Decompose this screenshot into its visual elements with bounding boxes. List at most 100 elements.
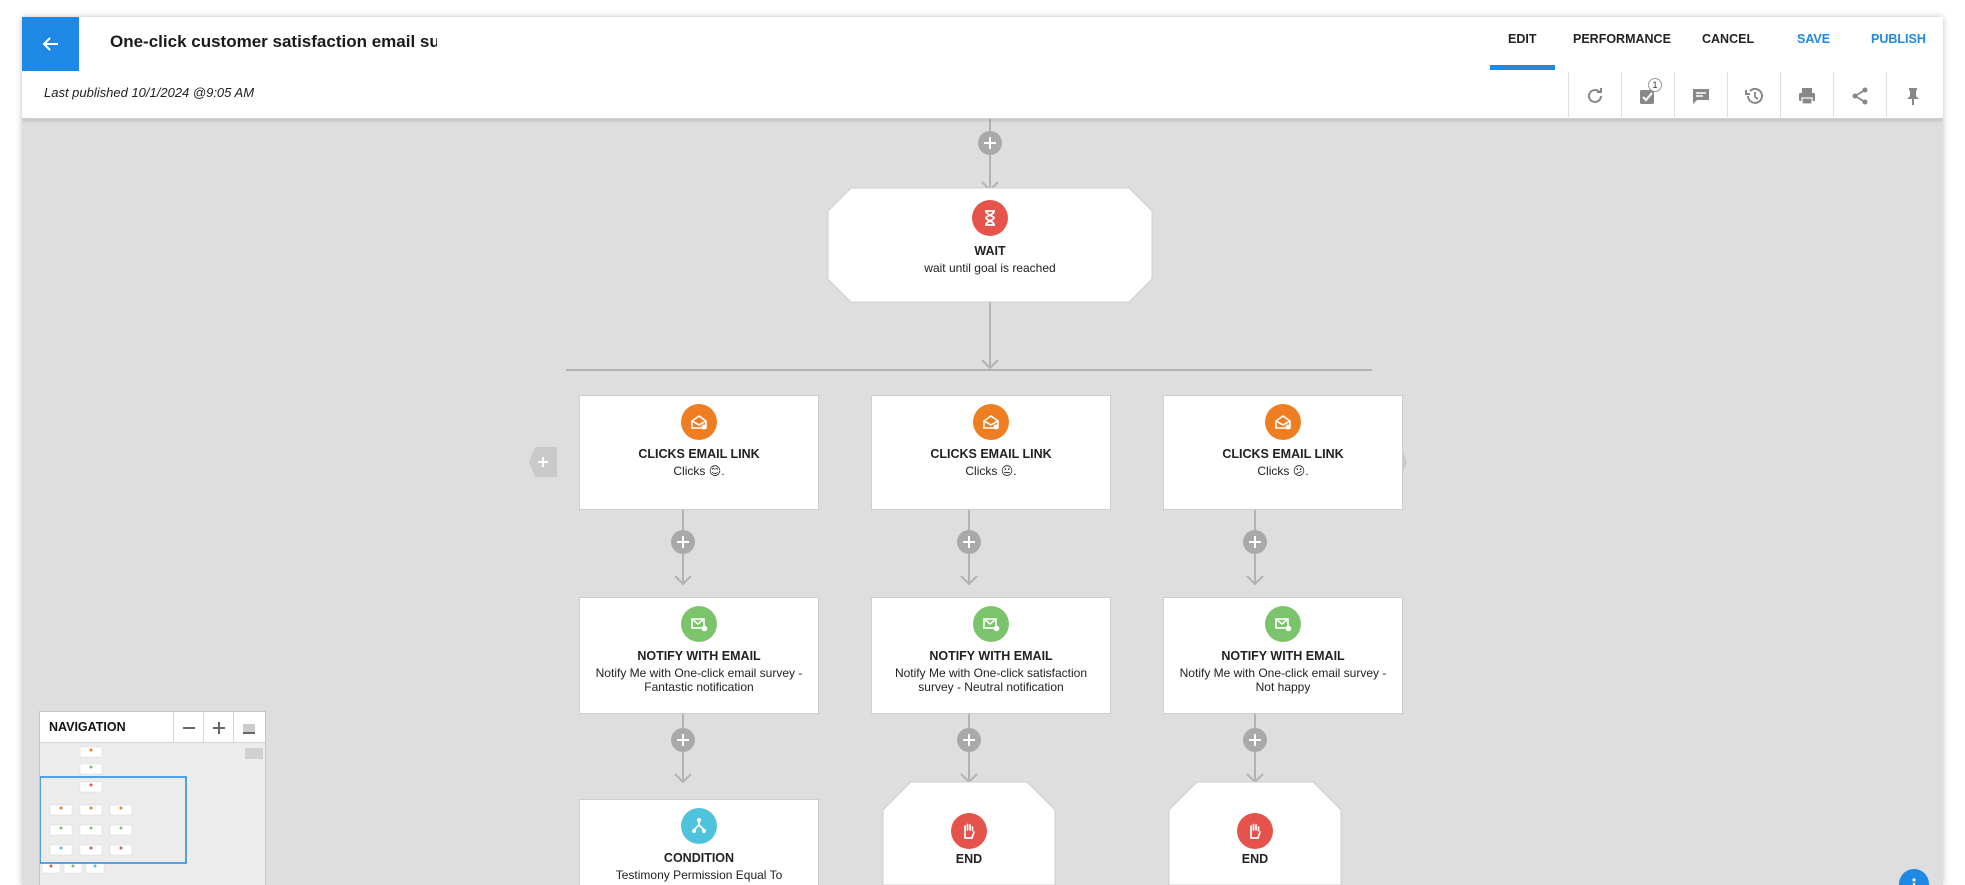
notes-icon <box>1693 88 1709 104</box>
flow-canvas[interactable]: WAIT wait until goal is reached CLICKS E… <box>22 17 1943 885</box>
add-step-button[interactable] <box>957 530 981 554</box>
add-step-button[interactable] <box>957 728 981 752</box>
clicks-node-icon <box>681 404 717 440</box>
navigation-panel: NAVIGATION <box>39 711 266 885</box>
info-icon <box>1912 878 1916 885</box>
end-node-title: END <box>1241 852 1269 866</box>
tab-edit[interactable]: EDIT <box>1508 32 1536 46</box>
add-step-button[interactable] <box>671 728 695 752</box>
plus-icon <box>677 536 689 548</box>
minimize-icon <box>242 723 255 734</box>
print-button[interactable] <box>1780 72 1833 119</box>
email-click-icon <box>1275 415 1291 430</box>
clicks-desc-suffix: . <box>721 464 725 478</box>
end-node-title: END <box>955 852 983 866</box>
notify-node-icon <box>1265 606 1301 642</box>
zoom-out-button[interactable] <box>173 712 203 743</box>
notify-with-email-node[interactable]: NOTIFY WITH EMAIL Notify Me with One-cli… <box>579 597 819 714</box>
refresh-icon <box>1588 87 1602 103</box>
end-node[interactable]: END <box>883 782 1055 885</box>
clicks-desc-text: Clicks <box>965 464 998 478</box>
clicks-node-title: CLICKS EMAIL LINK <box>638 447 760 461</box>
share-icon <box>1852 87 1868 104</box>
active-tab-indicator <box>1490 65 1555 70</box>
minimap[interactable] <box>40 743 265 885</box>
notify-node-title: NOTIFY WITH EMAIL <box>1221 649 1345 663</box>
journey-title[interactable]: One-click customer satisfaction email su <box>110 32 437 58</box>
clicks-node-icon <box>1265 404 1301 440</box>
notify-with-email-node[interactable]: NOTIFY WITH EMAIL Notify Me with One-cli… <box>871 597 1111 714</box>
journey-editor: WAIT wait until goal is reached CLICKS E… <box>22 17 1943 885</box>
condition-node-desc: Testimony Permission Equal To <box>615 868 783 882</box>
navigation-header: NAVIGATION <box>40 712 265 743</box>
add-step-button[interactable] <box>1243 728 1267 752</box>
plus-icon <box>212 721 225 734</box>
end-node-icon <box>1237 813 1273 849</box>
notify-node-desc: Notify Me with One-click email survey - … <box>595 666 803 694</box>
notes-button[interactable] <box>1674 72 1727 119</box>
clicks-desc-suffix: . <box>1305 464 1309 478</box>
tasks-count-badge: 1 <box>1648 78 1662 92</box>
clicks-email-link-node[interactable]: CLICKS EMAIL LINK Clicks 😐. <box>871 395 1111 510</box>
plus-icon <box>963 536 975 548</box>
clicks-desc-text: Clicks <box>673 464 706 478</box>
clicks-email-link-node[interactable]: CLICKS EMAIL LINK Clicks 😕. <box>1163 395 1403 510</box>
save-button[interactable]: SAVE <box>1797 32 1830 46</box>
clicks-desc-text: Clicks <box>1257 464 1290 478</box>
minus-icon <box>182 726 195 729</box>
clicks-email-link-node[interactable]: CLICKS EMAIL LINK Clicks 😊. <box>579 395 819 510</box>
history-icon <box>1745 87 1763 104</box>
plus-icon <box>1249 536 1261 548</box>
tasks-button[interactable]: 1 <box>1621 72 1674 119</box>
email-click-icon <box>983 415 999 430</box>
wait-node-title: WAIT <box>974 244 1006 258</box>
clicks-node-icon <box>973 404 1009 440</box>
end-node-icon <box>951 813 987 849</box>
publish-button[interactable]: PUBLISH <box>1871 32 1926 46</box>
navigation-title: NAVIGATION <box>49 720 126 734</box>
wait-node-desc: wait until goal is reached <box>924 261 1056 275</box>
wait-node-icon <box>972 200 1008 236</box>
arrow-left-icon <box>42 37 58 51</box>
stop-hand-icon <box>1250 823 1261 839</box>
email-notify-icon <box>691 618 708 632</box>
condition-node[interactable]: CONDITION Testimony Permission Equal To <box>579 799 819 885</box>
notify-node-icon <box>973 606 1009 642</box>
neutral-face-icon: 😐 <box>1000 464 1014 478</box>
zoom-in-button[interactable] <box>203 712 233 743</box>
email-notify-icon <box>1275 618 1292 632</box>
plus-icon <box>984 137 996 149</box>
cancel-button[interactable]: CANCEL <box>1702 32 1754 46</box>
share-button[interactable] <box>1833 72 1886 119</box>
history-button[interactable] <box>1727 72 1780 119</box>
clicks-node-desc: Clicks 😕. <box>1172 464 1394 478</box>
back-button[interactable] <box>22 17 79 71</box>
pin-icon <box>1907 87 1919 105</box>
add-step-button[interactable] <box>671 530 695 554</box>
smiley-icon: 😊 <box>708 464 722 478</box>
add-step-button[interactable] <box>978 131 1002 155</box>
notify-with-email-node[interactable]: NOTIFY WITH EMAIL Notify Me with One-cli… <box>1163 597 1403 714</box>
split-icon <box>692 818 706 833</box>
wait-node[interactable]: WAIT wait until goal is reached <box>828 188 1152 302</box>
plus-icon <box>1249 734 1261 746</box>
clicks-node-title: CLICKS EMAIL LINK <box>930 447 1052 461</box>
minimap-canvas <box>40 746 263 874</box>
plus-icon <box>677 734 689 746</box>
pin-button[interactable] <box>1886 72 1939 119</box>
notify-node-icon <box>681 606 717 642</box>
add-step-button[interactable] <box>1243 530 1267 554</box>
stop-hand-icon <box>964 823 975 839</box>
condition-node-icon <box>681 808 717 844</box>
clicks-desc-suffix: . <box>1013 464 1017 478</box>
print-icon <box>1799 87 1815 105</box>
plus-icon <box>538 457 548 467</box>
clicks-node-desc: Clicks 😊. <box>588 464 810 478</box>
last-published-text: Last published 10/1/2024 @9:05 AM <box>44 85 255 100</box>
notify-node-title: NOTIFY WITH EMAIL <box>637 649 761 663</box>
tab-performance[interactable]: PERFORMANCE <box>1573 32 1671 46</box>
end-node[interactable]: END <box>1169 782 1341 885</box>
refresh-button[interactable] <box>1568 72 1621 119</box>
editor-header: One-click customer satisfaction email su… <box>22 17 1943 119</box>
minimize-panel-button[interactable] <box>233 712 263 743</box>
